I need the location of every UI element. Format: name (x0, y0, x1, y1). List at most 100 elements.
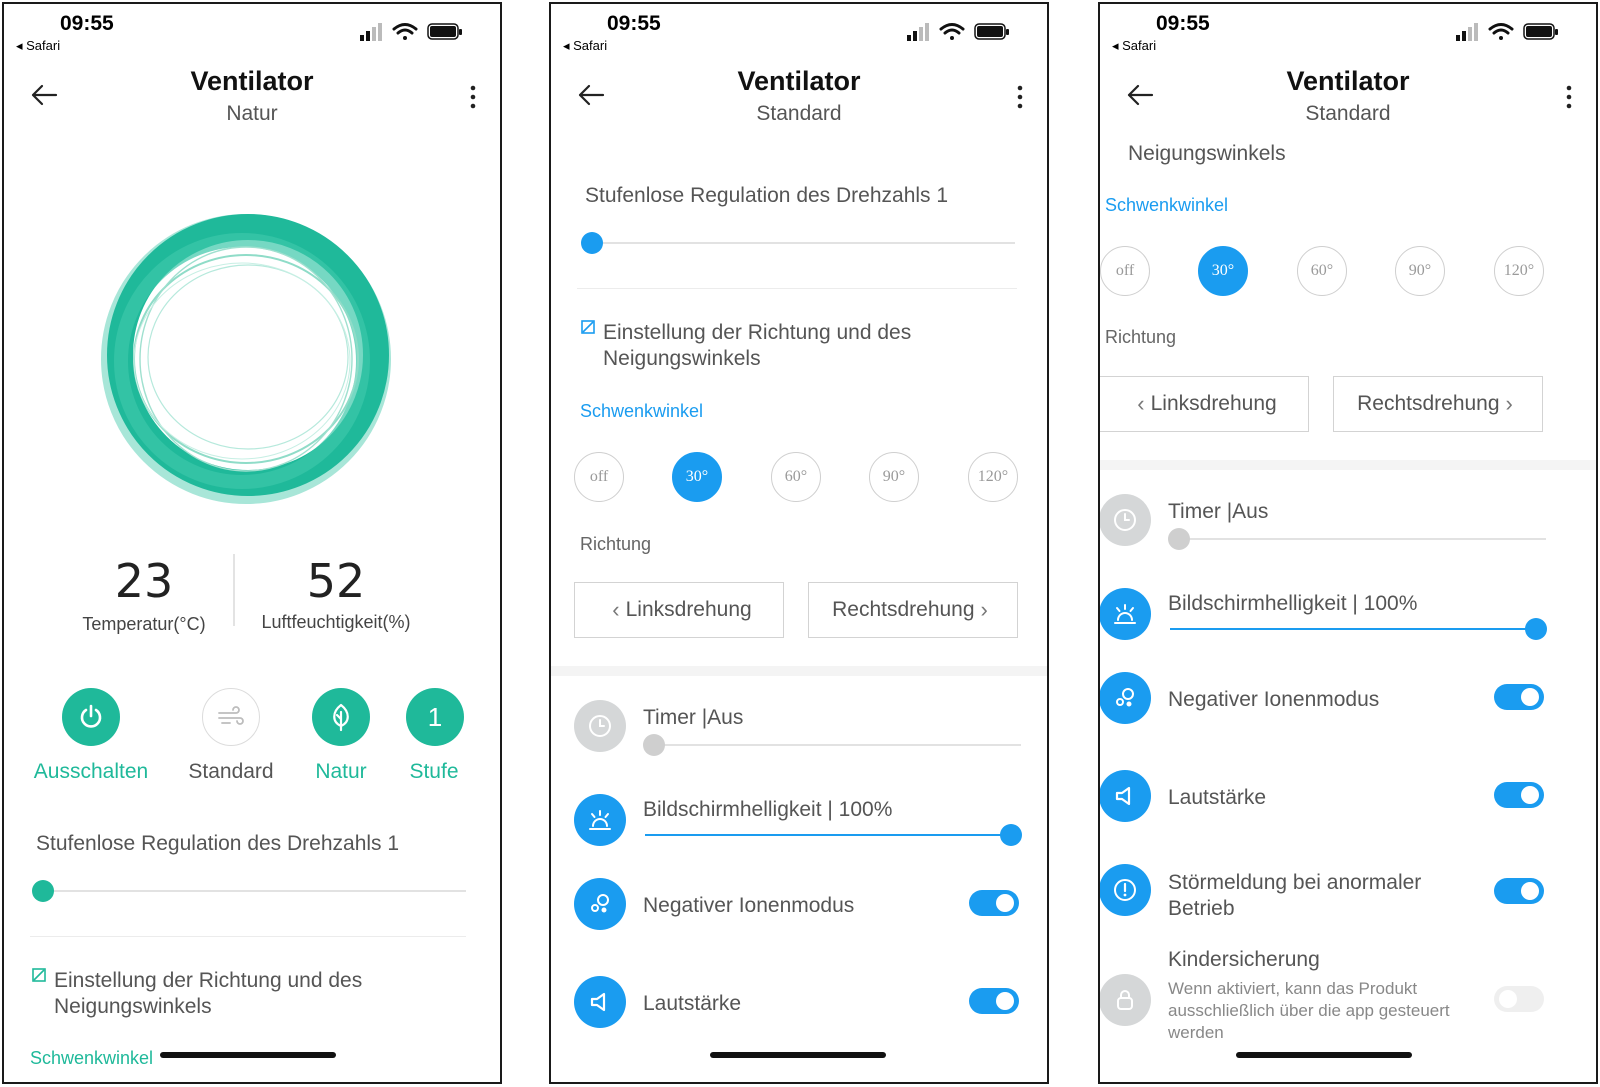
ion-mode-button[interactable] (1100, 672, 1151, 724)
mode-natur-button[interactable] (312, 688, 370, 746)
volume-toggle[interactable] (969, 988, 1019, 1014)
ion-mode-label: Negativer Ionenmodus (1168, 688, 1380, 711)
humidity-label: Luftfeuchtigkeit(%) (261, 612, 411, 632)
more-vertical-icon[interactable] (1017, 84, 1023, 110)
ion-icon (1116, 688, 1134, 707)
more-vertical-icon[interactable] (1566, 84, 1572, 110)
angle-chip-60[interactable]: 60° (1297, 246, 1347, 296)
child-lock-label: Kindersicherung (1168, 948, 1320, 971)
brightness-button[interactable] (1100, 588, 1151, 640)
volume-button[interactable] (574, 976, 626, 1028)
timer-slider-knob[interactable] (1168, 528, 1190, 550)
volume-button[interactable] (1100, 770, 1151, 822)
rotate-right-button[interactable]: Rechtsdrehung › (808, 582, 1018, 638)
fault-alert-button[interactable] (1100, 864, 1151, 916)
section-divider (577, 288, 1017, 289)
speed-slider-label: Stufenlose Regulation des Drehzahls 1 (585, 184, 949, 207)
battery-icon (1523, 23, 1558, 40)
chevron-right-icon: › (980, 597, 988, 622)
speed-slider-label: Stufenlose Regulation des Drehzahls 1 (36, 832, 400, 855)
brightness-slider-fill (1170, 628, 1536, 630)
brightness-icon (589, 810, 611, 830)
battery-icon (427, 23, 462, 40)
rotate-right-button[interactable]: Rechtsdrehung › (1333, 376, 1543, 432)
timer-button[interactable] (1100, 494, 1151, 546)
stufe-label: Stufe (409, 760, 459, 783)
rotate-left-button[interactable]: ‹ Linksdrehung (1100, 376, 1309, 432)
swing-angle-label: Schwenkwinkel (580, 401, 704, 421)
child-lock-button[interactable] (1100, 974, 1151, 1026)
power-label: Ausschalten (33, 760, 149, 783)
angle-chip-120[interactable]: 120° (1494, 246, 1544, 296)
timer-slider-track[interactable] (1170, 538, 1546, 540)
direction-heading-tail: Neigungswinkels (1128, 142, 1286, 165)
power-button[interactable] (62, 688, 120, 746)
ion-mode-button[interactable] (574, 878, 626, 930)
timer-slider-track[interactable] (645, 744, 1021, 746)
child-lock-toggle[interactable] (1494, 986, 1544, 1012)
speed-slider-track[interactable] (591, 242, 1015, 244)
volume-label: Lautstärke (643, 992, 742, 1015)
status-time: 09:55 (607, 12, 661, 35)
speed-slider-track[interactable] (42, 890, 466, 892)
signal-icon (907, 23, 929, 41)
rotate-right-label: Rechtsdrehung (832, 598, 975, 621)
section-band (1100, 460, 1596, 470)
ion-mode-toggle[interactable] (1494, 684, 1544, 710)
temperature-label: Temperatur(°C) (82, 614, 206, 634)
back-to-safari-link[interactable]: ◂ Safari (16, 38, 60, 54)
status-icons (360, 23, 462, 41)
fan-animation-ring (101, 214, 391, 504)
brightness-label: Bildschirmhelligkeit | 100% (1168, 592, 1418, 615)
brightness-slider-track[interactable] (1170, 628, 1536, 630)
more-vertical-icon[interactable] (470, 84, 476, 110)
angle-chip-90[interactable]: 90° (1395, 246, 1445, 296)
direction-edit-icon (581, 320, 595, 334)
fault-alert-toggle[interactable] (1494, 878, 1544, 904)
page-title: Ventilator (737, 66, 861, 96)
speed-slider-knob[interactable] (581, 232, 603, 254)
rotate-left-label: Linksdrehung (1150, 392, 1277, 415)
direction-heading: Einstellung der Richtung und des Neigung… (603, 321, 912, 370)
back-to-safari-link[interactable]: ◂ Safari (563, 38, 607, 54)
ion-mode-toggle[interactable] (969, 890, 1019, 916)
mode-standard-button[interactable] (202, 688, 260, 746)
timer-slider-knob[interactable] (643, 734, 665, 756)
back-to-safari-link[interactable]: ◂ Safari (1112, 38, 1156, 54)
status-icons (907, 23, 1009, 41)
home-indicator (160, 1052, 336, 1058)
angle-chip-off[interactable]: off (574, 452, 624, 502)
signal-icon (1456, 23, 1478, 41)
stufe-button[interactable]: 1 (406, 688, 464, 746)
leaf-icon (333, 703, 349, 732)
brightness-slider-track[interactable] (645, 834, 1011, 836)
power-icon (80, 704, 102, 728)
timer-button[interactable] (574, 700, 626, 752)
speed-slider-knob[interactable] (32, 880, 54, 902)
swing-angle-label: Schwenkwinkel (1105, 195, 1229, 215)
speaker-icon (1115, 786, 1131, 806)
phone-screen-natur: 09:55 ◂ Safari Ventilator Natur 23 Tempe… (2, 2, 502, 1084)
volume-toggle[interactable] (1494, 782, 1544, 808)
brightness-button[interactable] (574, 794, 626, 846)
angle-chip-off[interactable]: off (1100, 246, 1150, 296)
ion-icon (591, 894, 609, 913)
brightness-slider-knob[interactable] (1000, 824, 1022, 846)
direction-label: Richtung (580, 534, 652, 554)
rotate-left-button[interactable]: ‹ Linksdrehung (574, 582, 784, 638)
readings-divider (233, 554, 235, 626)
humidity-value: 52 (306, 554, 366, 608)
brightness-slider-knob[interactable] (1525, 618, 1547, 640)
angle-chip-30[interactable]: 30° (672, 452, 722, 502)
speaker-icon (590, 992, 606, 1012)
wifi-icon (1488, 23, 1514, 40)
home-indicator (1236, 1052, 1412, 1058)
angle-chip-60[interactable]: 60° (771, 452, 821, 502)
fault-alert-label: Störmeldung bei anormaler Betrieb (1168, 871, 1422, 920)
page-subtitle: Standard (1305, 102, 1391, 125)
rotate-right-label: Rechtsdrehung (1357, 392, 1500, 415)
angle-chip-120[interactable]: 120° (968, 452, 1018, 502)
wifi-icon (392, 23, 418, 40)
angle-chip-30[interactable]: 30° (1198, 246, 1248, 296)
angle-chip-90[interactable]: 90° (869, 452, 919, 502)
